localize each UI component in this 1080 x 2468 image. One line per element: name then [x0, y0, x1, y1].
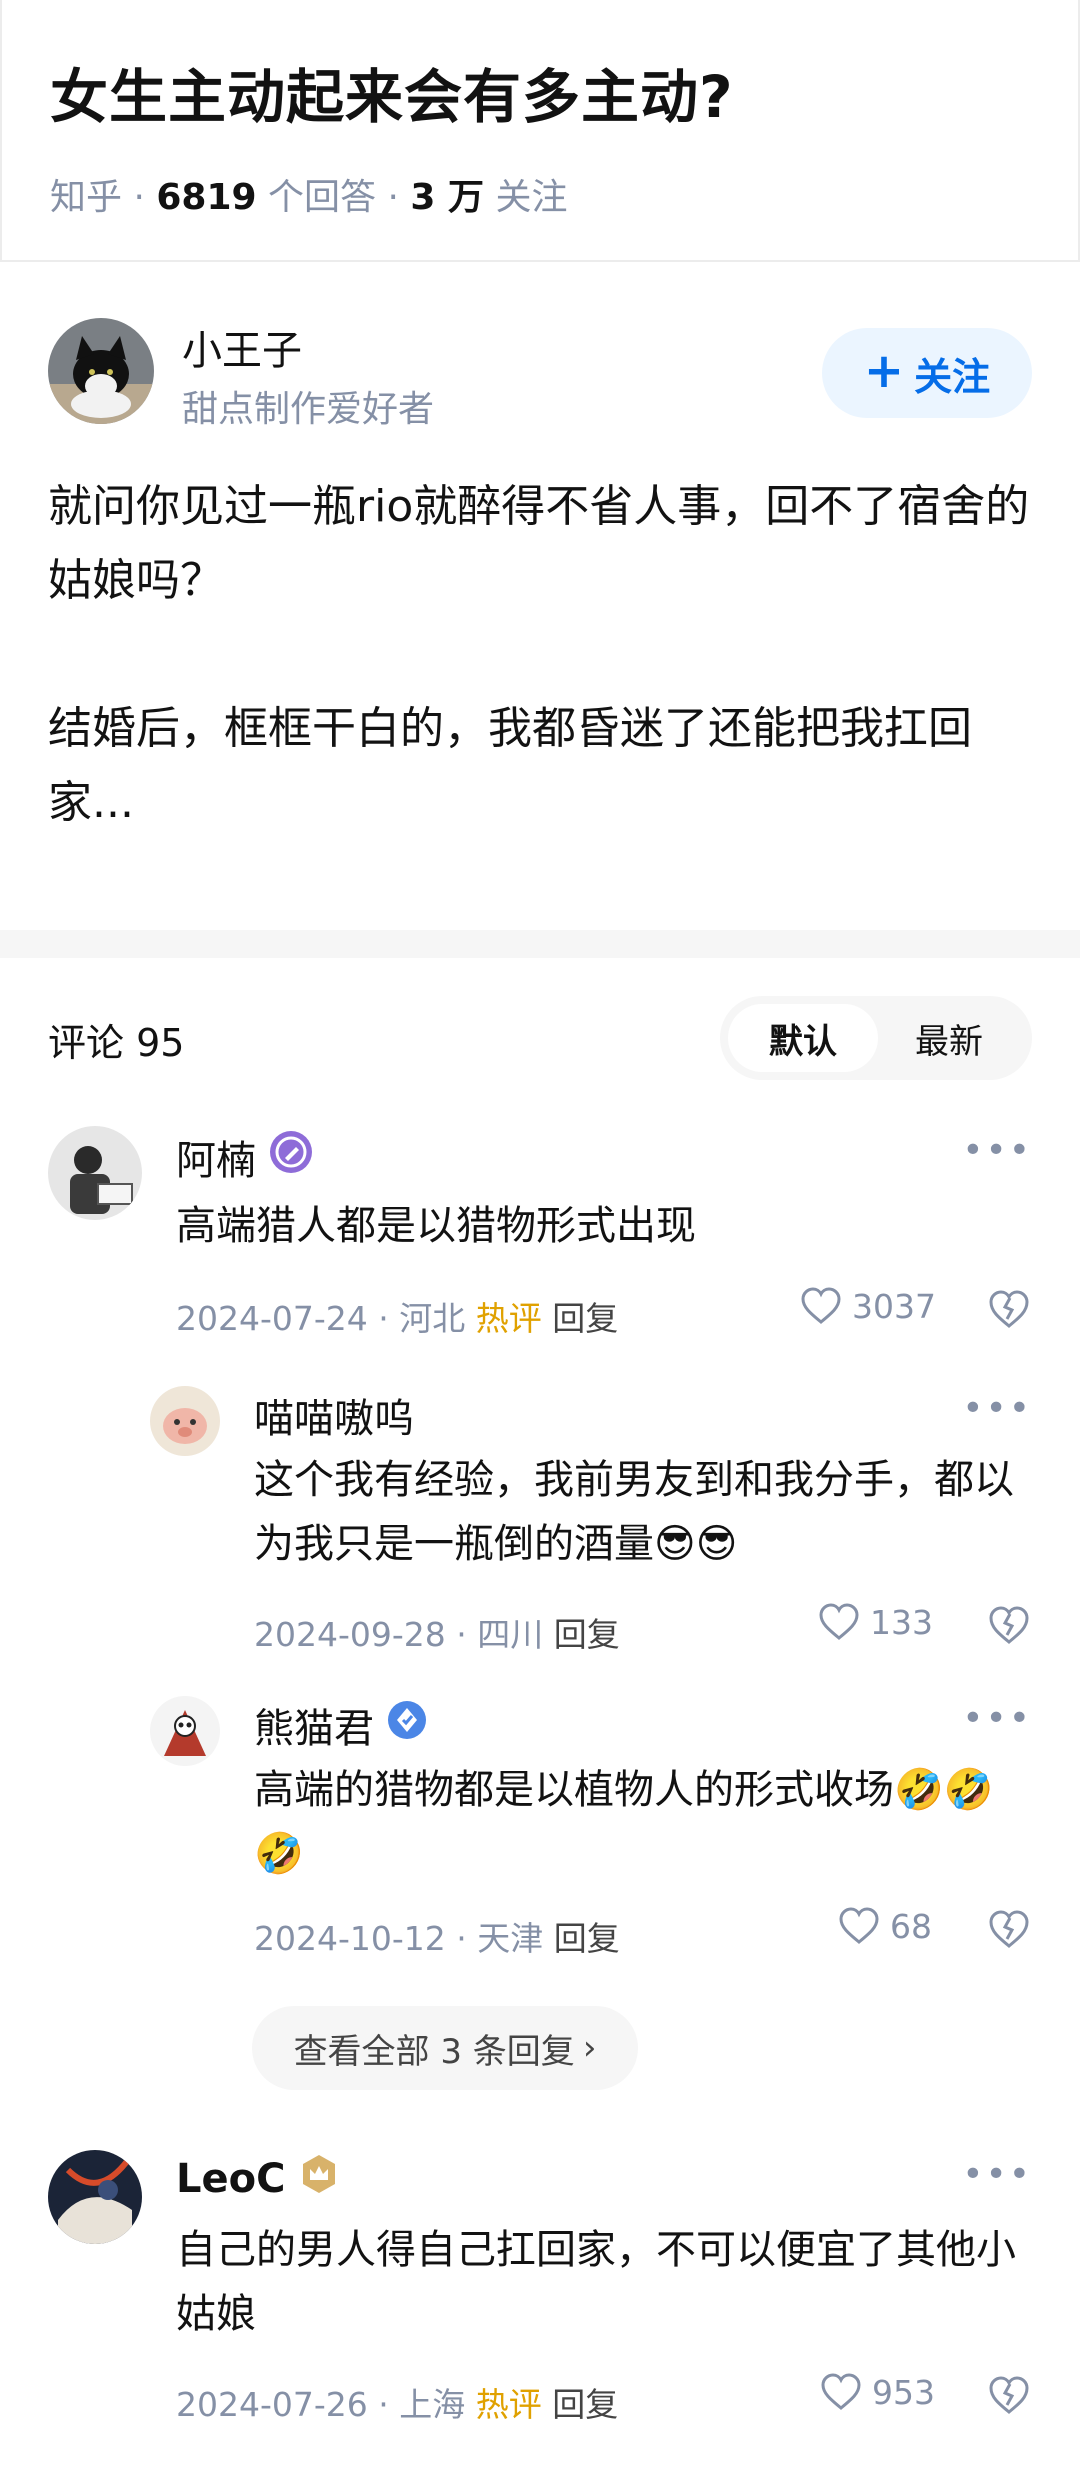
- view-all-replies-label: 查看全部 3 条回复: [293, 2031, 575, 2072]
- comment-location: 四川: [477, 1615, 544, 1654]
- author-name[interactable]: 小王子: [182, 318, 302, 376]
- comment-meta: 2024-10-12 · 天津 回复: [254, 1919, 620, 1958]
- sort-latest-tab[interactable]: 最新: [874, 1004, 1024, 1072]
- comment-location: 河北: [399, 1299, 466, 1338]
- more-options-icon[interactable]: •••: [962, 1698, 1032, 1739]
- hot-comment-badge: 热评: [475, 1299, 542, 1338]
- reply-button[interactable]: 回复: [554, 1919, 620, 1958]
- comment-meta: 2024-07-26 · 上海 热评 回复: [176, 2385, 619, 2424]
- verified-badge-icon: [386, 1699, 428, 1751]
- like-count: 68: [890, 1906, 932, 1946]
- commenter-avatar[interactable]: [150, 1696, 220, 1766]
- more-options-icon[interactable]: •••: [962, 2154, 1032, 2195]
- comment-date: 2024-07-24: [176, 1299, 368, 1338]
- answer-count: 6819: [156, 177, 257, 218]
- author-row: 小王子 甜点制作爱好者 + 关注: [48, 318, 1032, 430]
- commenter-avatar[interactable]: [48, 2150, 142, 2244]
- view-all-replies-button[interactable]: 查看全部 3 条回复 ›: [252, 2006, 638, 2090]
- answer-paragraph: 结婚后，框框干白的，我都昏迷了还能把我扛回家...: [48, 703, 972, 828]
- follow-count: 3 万: [410, 177, 484, 218]
- question-meta: 知乎 · 6819 个回答 · 3 万 关注: [50, 177, 568, 218]
- like-count: 133: [870, 1602, 933, 1642]
- commenter-name[interactable]: 阿楠: [176, 1128, 256, 1186]
- question-card[interactable]: 女生主动起来会有多主动? 知乎 · 6819 个回答 · 3 万 关注: [0, 0, 1080, 262]
- comment-location: 上海: [399, 2385, 466, 2424]
- comment-date: 2024-07-26: [176, 2385, 368, 2424]
- more-options-icon[interactable]: •••: [962, 1388, 1032, 1429]
- comment-text: 高端猎人都是以猎物形式出现: [176, 1203, 696, 1249]
- question-title[interactable]: 女生主动起来会有多主动?: [50, 50, 734, 134]
- comment-text: 自己的男人得自己扛回家，不可以便宜了其他小姑娘: [176, 2227, 1016, 2337]
- reply-item: 熊猫君 ••• 高端的猎物都是以植物人的形式收场🤣🤣🤣 2024-10-12 ·…: [150, 1696, 1032, 1976]
- author-bio: 甜点制作爱好者: [182, 389, 435, 430]
- like-count: 953: [872, 2372, 935, 2412]
- dislike-icon[interactable]: [986, 1286, 1032, 1332]
- comment-text: 这个我有经验，我前男友到和我分手，都以为我只是一瓶倒的酒量😎😎: [254, 1457, 1014, 1567]
- comment-date: 2024-09-28: [254, 1615, 446, 1654]
- answer-body: 就问你见过一瓶rio就醉得不省人事，回不了宿舍的姑娘吗？ 结婚后，框框干白的，我…: [48, 470, 1038, 840]
- comment-sort-toggle: 默认 最新: [720, 996, 1032, 1080]
- dislike-icon[interactable]: [986, 1602, 1032, 1648]
- comment-text: 高端的猎物都是以植物人的形式收场🤣🤣🤣: [254, 1767, 994, 1877]
- section-divider: [0, 930, 1080, 958]
- like-button[interactable]: 68: [838, 1906, 932, 1946]
- comment-meta: 2024-09-28 · 四川 回复: [254, 1615, 620, 1654]
- dislike-icon[interactable]: [986, 1906, 1032, 1952]
- comment-meta: 2024-07-24 · 河北 热评 回复: [176, 1299, 619, 1338]
- dislike-icon[interactable]: [986, 2372, 1032, 2418]
- comment-item: 阿楠 ••• 高端猎人都是以猎物形式出现 2024-07-24 · 河北 热评 …: [48, 1126, 1032, 1356]
- comments-header: 评论 95: [48, 1012, 184, 1067]
- answer-paragraph: 就问你见过一瓶rio就醉得不省人事，回不了宿舍的姑娘吗？: [48, 481, 1030, 606]
- commenter-avatar[interactable]: [48, 1126, 142, 1220]
- heart-icon: [801, 1287, 841, 1324]
- comment-item: LeoC ••• 自己的男人得自己扛回家，不可以便宜了其他小姑娘 2024-07…: [48, 2150, 1032, 2450]
- commenter-name[interactable]: 熊猫君: [254, 1696, 374, 1754]
- reply-item: 喵喵嗷呜 ••• 这个我有经验，我前男友到和我分手，都以为我只是一瓶倒的酒量😎😎…: [150, 1386, 1032, 1666]
- comment-date: 2024-10-12: [254, 1919, 446, 1958]
- like-button[interactable]: 3037: [800, 1286, 936, 1326]
- reply-button[interactable]: 回复: [554, 1615, 620, 1654]
- heart-icon: [821, 2373, 861, 2410]
- comments-count: 95: [136, 1021, 185, 1065]
- more-options-icon[interactable]: •••: [962, 1130, 1032, 1171]
- follow-button[interactable]: + 关注: [822, 328, 1032, 418]
- comments-label: 评论: [48, 1021, 125, 1065]
- heart-icon: [819, 1603, 859, 1640]
- pen-badge-icon: [268, 1129, 314, 1185]
- commenter-avatar[interactable]: [150, 1386, 220, 1456]
- hot-comment-badge: 热评: [475, 2385, 542, 2424]
- reply-button[interactable]: 回复: [552, 1299, 618, 1338]
- like-count: 3037: [852, 1286, 936, 1326]
- commenter-name[interactable]: 喵喵嗷呜: [254, 1386, 414, 1444]
- source-label: 知乎: [50, 177, 123, 218]
- follow-button-label: 关注: [914, 354, 991, 399]
- like-button[interactable]: 133: [818, 1602, 933, 1642]
- crown-badge-icon: [297, 2152, 341, 2206]
- author-avatar[interactable]: [48, 318, 154, 424]
- plus-icon: +: [863, 343, 905, 399]
- commenter-name[interactable]: LeoC: [176, 2156, 285, 2202]
- comment-location: 天津: [477, 1919, 544, 1958]
- chevron-right-icon: ›: [582, 2028, 597, 2068]
- sort-default-tab[interactable]: 默认: [728, 1004, 878, 1072]
- heart-icon: [839, 1907, 879, 1944]
- reply-button[interactable]: 回复: [552, 2385, 618, 2424]
- like-button[interactable]: 953: [820, 2372, 935, 2412]
